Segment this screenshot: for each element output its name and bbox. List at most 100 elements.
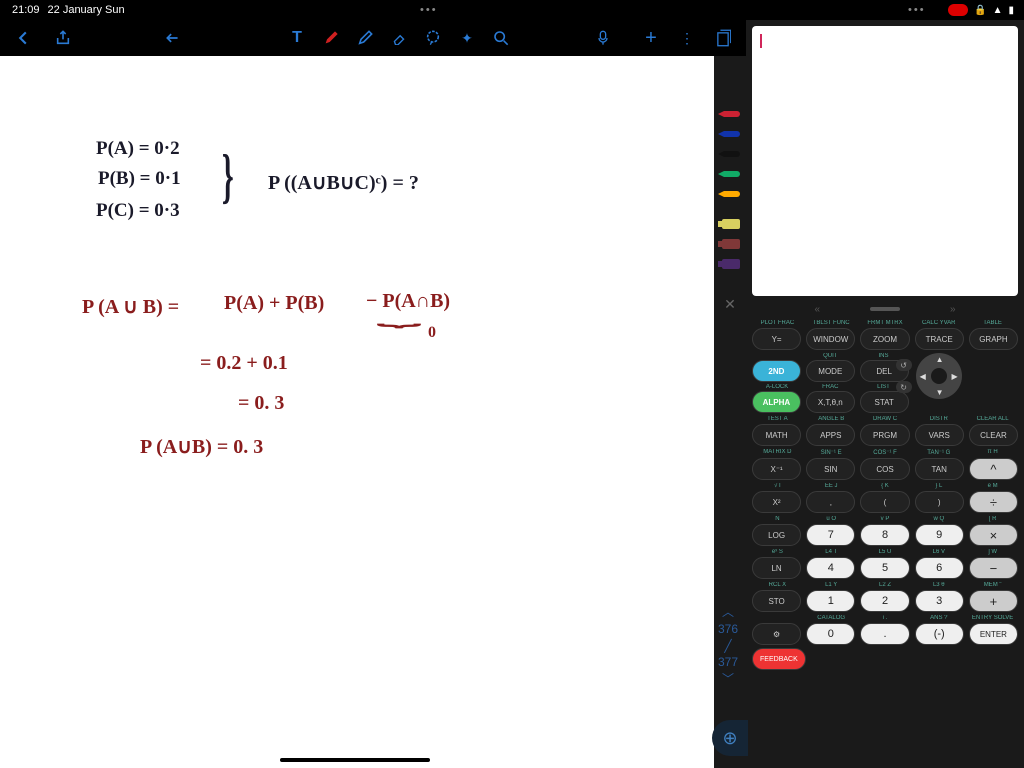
calc-sin-button[interactable]: SIN (806, 458, 855, 480)
battery-icon: ▮ (1008, 5, 1014, 16)
calc-minus-button[interactable]: − (969, 557, 1018, 579)
calc-6-button[interactable]: 6 (915, 557, 964, 579)
text-tool-icon[interactable]: T (288, 29, 306, 47)
page-up-icon[interactable]: ︿ (718, 604, 738, 621)
calc-window-button[interactable]: WINDOW (806, 328, 855, 350)
zoom-fab-icon[interactable]: ⊕ (712, 720, 748, 756)
calc-comma-button[interactable]: , (806, 491, 855, 513)
highlighter-tool-icon[interactable] (356, 29, 374, 47)
home-indicator[interactable] (280, 758, 430, 762)
calc-apps-button[interactable]: APPS (806, 424, 855, 446)
recording-badge-icon[interactable] (948, 4, 968, 16)
calc-1-button[interactable]: 1 (806, 590, 855, 612)
note-underbrace: ⏟ (378, 307, 421, 329)
calc-negate-button[interactable]: (-) (915, 623, 964, 645)
calc-5-button[interactable]: 5 (860, 557, 909, 579)
calc-plus-button[interactable]: + (969, 590, 1018, 612)
status-icons: 🔒 ▲ ▮ (948, 4, 1014, 16)
wifi-icon: ▲ (993, 5, 1003, 16)
calc-zoom-button[interactable]: ZOOM (860, 328, 909, 350)
pencil-green-icon[interactable] (716, 166, 744, 182)
calc-stat-button[interactable]: STAT (860, 391, 909, 413)
note-brace: } (222, 142, 234, 211)
calc-cos-button[interactable]: COS (860, 458, 909, 480)
calc-inverse-button[interactable]: X⁻¹ (752, 458, 801, 480)
shape-tool-icon[interactable]: ✦ (458, 29, 476, 47)
dpad-left-icon[interactable]: ◀ (920, 372, 926, 381)
calc-8-button[interactable]: 8 (860, 524, 909, 546)
page-total: 377 (718, 654, 738, 671)
eraser-tool-icon[interactable] (390, 29, 408, 47)
calc-ln-button[interactable]: LN (752, 557, 801, 579)
calc-settings-button[interactable]: ⚙ (752, 623, 801, 645)
more-icon[interactable]: ⋮ (678, 29, 696, 47)
handwriting-canvas[interactable]: P(A) = 0·2 P(B) = 0·1 P(C) = 0·3 } P ((A… (0, 56, 746, 768)
calc-mode-button[interactable]: MODE (806, 360, 855, 382)
pencil-black-icon[interactable] (716, 146, 744, 162)
screen-cursor-icon (760, 34, 762, 48)
calc-9-button[interactable]: 9 (915, 524, 964, 546)
back-icon[interactable] (14, 29, 32, 47)
multitask-indicator-right[interactable]: ••• (908, 4, 926, 16)
pencil-blue-icon[interactable] (716, 126, 744, 142)
calc-nav-back-icon[interactable]: ↺ (896, 359, 912, 371)
dpad-right-icon[interactable]: ▶ (951, 372, 957, 381)
calc-nav-fwd-icon[interactable]: ↻ (896, 381, 912, 393)
calc-lparen-button[interactable]: ( (860, 491, 909, 513)
close-strip-icon[interactable]: ✕ (724, 296, 736, 313)
status-date: 22 January Sun (48, 4, 125, 16)
calc-divide-button[interactable]: ÷ (969, 491, 1018, 513)
calc-feedback-button[interactable]: FEEDBACK (752, 648, 806, 670)
calc-dpad[interactable]: ▲ ▼ ◀ ▶ (916, 353, 962, 399)
calc-multiply-button[interactable]: × (969, 524, 1018, 546)
calc-7-button[interactable]: 7 (806, 524, 855, 546)
calc-alpha-button[interactable]: ALPHA (752, 391, 801, 413)
calc-math-button[interactable]: MATH (752, 424, 801, 446)
marker-brown-icon[interactable] (716, 236, 744, 252)
calc-y-equals-button[interactable]: Y= (752, 328, 801, 350)
status-bar: 21:09 22 January Sun ••• ••• 🔒 ▲ ▮ (0, 0, 1024, 20)
calc-0-button[interactable]: 0 (806, 623, 855, 645)
calc-4-button[interactable]: 4 (806, 557, 855, 579)
mic-icon[interactable] (594, 29, 612, 47)
marker-yellow-icon[interactable] (716, 216, 744, 232)
pencil-orange-icon[interactable] (716, 186, 744, 202)
undo-icon[interactable] (166, 29, 184, 47)
note-line: = 0. 3 (238, 392, 284, 415)
calc-3-button[interactable]: 3 (915, 590, 964, 612)
calc-2nd-button[interactable]: 2ND (752, 360, 801, 382)
calc-var-button[interactable]: X,T,θ,n (806, 391, 855, 413)
calc-2-button[interactable]: 2 (860, 590, 909, 612)
marker-purple-icon[interactable] (716, 256, 744, 272)
calc-vars-button[interactable]: VARS (915, 424, 964, 446)
calc-rparen-button[interactable]: ) (915, 491, 964, 513)
note-line: P (A∪B) = 0. 3 (140, 434, 263, 459)
dpad-down-icon[interactable]: ▼ (936, 388, 944, 397)
calc-trace-button[interactable]: TRACE (915, 328, 964, 350)
calc-power-button[interactable]: ^ (969, 458, 1018, 480)
page-down-icon[interactable]: ﹀ (718, 671, 738, 688)
zoom-tool-icon[interactable] (492, 29, 510, 47)
dpad-up-icon[interactable]: ▲ (936, 355, 944, 364)
calc-enter-button[interactable]: ENTER (969, 623, 1018, 645)
calc-prgm-button[interactable]: PRGM (860, 424, 909, 446)
calc-tan-button[interactable]: TAN (915, 458, 964, 480)
notes-app-panel: T ✦ + ⋮ P(A) = 0·2 P(B) = 0·1 P(C) = 0·3… (0, 20, 746, 768)
notes-toolbar: T ✦ + ⋮ (0, 20, 746, 56)
calc-graph-button[interactable]: GRAPH (969, 328, 1018, 350)
page-current: 376 (718, 621, 738, 638)
multitask-indicator-left[interactable]: ••• (420, 4, 438, 16)
lasso-tool-icon[interactable] (424, 29, 442, 47)
status-time: 21:09 (12, 4, 40, 16)
calc-sto-button[interactable]: STO (752, 590, 801, 612)
share-icon[interactable] (54, 29, 72, 47)
calc-decimal-button[interactable]: . (860, 623, 909, 645)
add-icon[interactable]: + (642, 29, 660, 47)
pen-tool-icon[interactable] (322, 29, 340, 47)
pages-icon[interactable] (714, 29, 732, 47)
calc-clear-button[interactable]: CLEAR (969, 424, 1018, 446)
pencil-red-icon[interactable] (716, 106, 744, 122)
calc-log-button[interactable]: LOG (752, 524, 801, 546)
calc-square-button[interactable]: X² (752, 491, 801, 513)
calculator-screen[interactable] (752, 26, 1018, 296)
